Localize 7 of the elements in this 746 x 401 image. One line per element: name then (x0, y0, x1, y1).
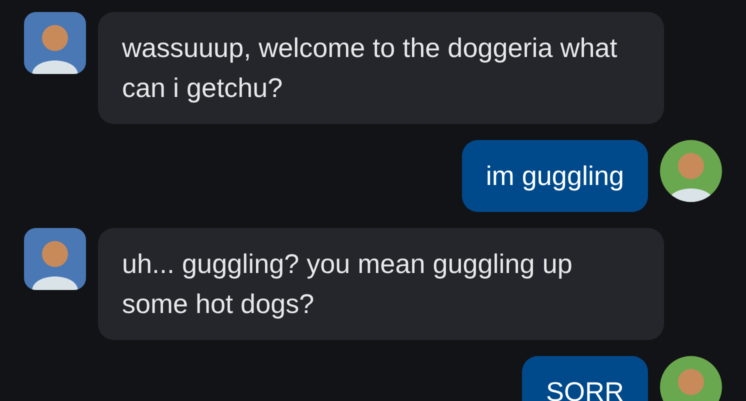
received-message: uh... guggling? you mean guggling up some hot dogs? (98, 228, 664, 340)
avatar-icon (24, 228, 86, 290)
avatar-icon (24, 12, 86, 74)
sent-message: im guggling (462, 140, 648, 212)
received-message: wassuuup, welcome to the doggeria what can i getchu? (98, 12, 664, 124)
sent-message: SORR (522, 356, 648, 401)
avatar-icon (660, 356, 722, 401)
